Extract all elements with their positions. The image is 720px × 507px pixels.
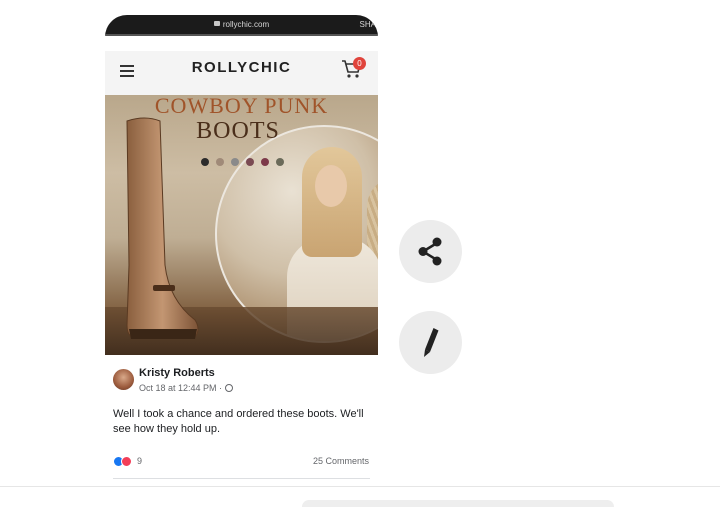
- meta-separator: ·: [216, 383, 225, 393]
- pencil-icon: [424, 328, 439, 357]
- post-timestamp[interactable]: Oct 18 at 12:44 PM: [139, 383, 217, 393]
- page: rollychic.com SHA ROLLYCHIC 0 COWBOY PUN…: [0, 0, 720, 507]
- lock-icon: [213, 21, 220, 27]
- color-swatch: [231, 158, 239, 166]
- hero-title-line1: COWBOY PUNK: [154, 95, 329, 118]
- color-swatch: [201, 158, 209, 166]
- post-author[interactable]: Kristy Roberts: [139, 367, 215, 379]
- color-swatch: [246, 158, 254, 166]
- reaction-count: 9: [137, 456, 143, 466]
- share-button[interactable]: [399, 220, 462, 283]
- browser-url-bar[interactable]: rollychic.com SHA: [105, 15, 378, 35]
- color-swatch: [261, 158, 269, 166]
- share-icon: [418, 237, 442, 266]
- cart-count-badge: 0: [353, 57, 366, 70]
- bottom-input-bar[interactable]: [302, 500, 614, 507]
- hero-title-line2: BOOTS: [196, 118, 280, 144]
- color-swatch: [276, 158, 284, 166]
- color-swatch: [216, 158, 224, 166]
- social-post: Kristy Roberts Oct 18 at 12:44 PM · Well…: [105, 355, 378, 485]
- site-header: ROLLYCHIC 0: [105, 51, 378, 99]
- bottom-divider: [0, 486, 720, 487]
- post-body: Well I took a chance and ordered these b…: [113, 408, 364, 435]
- love-reaction-icon: [121, 456, 132, 467]
- browser-url: rollychic.com: [222, 20, 270, 29]
- cart-button[interactable]: 0: [341, 57, 367, 81]
- post-divider: [113, 478, 370, 479]
- face-image: [315, 165, 347, 207]
- hero-banner[interactable]: COWBOY PUNK BOOTS: [105, 95, 378, 355]
- edit-button[interactable]: [399, 311, 462, 374]
- comments-count[interactable]: 25 Comments: [313, 456, 369, 467]
- avatar[interactable]: [113, 369, 134, 390]
- browser-share-label[interactable]: SHA: [360, 15, 376, 35]
- site-brand[interactable]: ROLLYCHIC: [105, 59, 378, 76]
- boot-image: [126, 117, 199, 339]
- color-swatches: [201, 153, 291, 166]
- globe-icon: [224, 383, 233, 392]
- post-meta: Oct 18 at 12:44 PM ·: [139, 383, 233, 393]
- phone-screenshot: rollychic.com SHA ROLLYCHIC 0 COWBOY PUN…: [105, 15, 378, 485]
- page-load-progress: [105, 34, 378, 36]
